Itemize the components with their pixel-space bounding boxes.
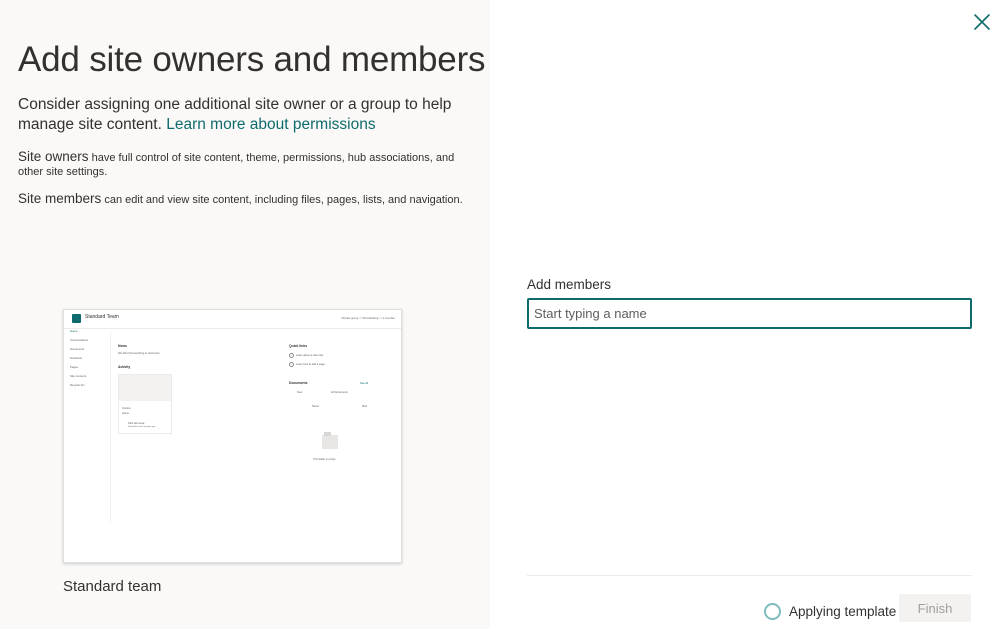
site-owners-description: Site owners have full control of site co… [18, 150, 468, 179]
preview-card-image [119, 375, 171, 401]
quick-link-icon [289, 362, 294, 367]
preview-quick-links-title: Quick links [289, 344, 308, 348]
preview-card-meta: Viewed this site 2 minutes ago [128, 426, 155, 428]
template-preview-image: Standard Team Private group ☆ Not follow… [63, 309, 402, 563]
quick-link-icon [289, 353, 294, 358]
preview-doc-filter: All Documents [331, 391, 348, 394]
empty-folder-icon [322, 432, 338, 449]
preview-doc-new: New [297, 391, 303, 394]
preview-col-mod: Mod [362, 405, 368, 408]
preview-site-logo [72, 314, 81, 323]
template-name-caption: Standard team [63, 578, 162, 595]
learn-more-permissions-link[interactable]: Learn more about permissions [166, 116, 375, 133]
close-icon [974, 14, 990, 30]
preview-documents-title: Documents [289, 381, 308, 385]
preview-activity-card: Ourtest Home Nick Hermosa Viewed this si… [118, 374, 172, 434]
preview-nav-item: Conversations [70, 338, 88, 342]
add-members-input[interactable] [527, 298, 972, 329]
preview-col-name: Name [312, 405, 319, 408]
applying-template-status: Applying template [789, 604, 897, 619]
preview-nav-item: Home [70, 329, 78, 333]
site-members-description: Site members can edit and view site cont… [18, 192, 468, 207]
site-members-term: Site members [18, 191, 102, 206]
site-owners-term: Site owners [18, 149, 89, 164]
preview-card-name: Ourtest [122, 407, 131, 410]
preview-news-title: News [118, 344, 127, 348]
site-members-text: can edit and view site content, includin… [104, 194, 463, 206]
preview-nav-item: Site contents [70, 374, 87, 378]
page-title: Add site owners and members [18, 40, 486, 79]
preview-card-author: Nick Hermosa [128, 422, 145, 425]
intro-text: Consider assigning one additional site o… [18, 95, 458, 135]
preview-news-empty: We didn't find anything to show here. [118, 352, 161, 355]
preview-nav-item: Recycle bin [70, 383, 85, 387]
finish-button[interactable]: Finish [899, 594, 971, 622]
preview-header: Standard Team Private group ☆ Not follow… [64, 310, 401, 329]
preview-header-info: Private group ☆ Not following ⚇ 1 member [341, 316, 395, 320]
preview-quick-link: Learn about a team site [296, 354, 324, 357]
close-button[interactable] [971, 11, 993, 33]
preview-card-sub: Home [122, 412, 129, 415]
preview-quick-link: Learn how to add a page [296, 363, 325, 366]
loading-spinner-icon [764, 603, 781, 620]
preview-activity-title: Activity [118, 365, 131, 369]
footer-divider [527, 575, 972, 576]
preview-nav-item: Notebook [70, 356, 82, 360]
preview-nav: Home Conversations Documents Notebook Pa… [70, 329, 108, 392]
add-members-label: Add members [527, 277, 612, 292]
preview-nav-item: Documents [70, 347, 85, 351]
preview-empty-folder: This folder is empty [313, 458, 336, 461]
preview-see-all: See all [360, 382, 368, 385]
preview-site-name: Standard Team [85, 314, 119, 320]
left-info-panel: Add site owners and members Consider ass… [0, 0, 490, 629]
preview-nav-item: Pages [70, 365, 78, 369]
preview-divider [110, 332, 111, 522]
